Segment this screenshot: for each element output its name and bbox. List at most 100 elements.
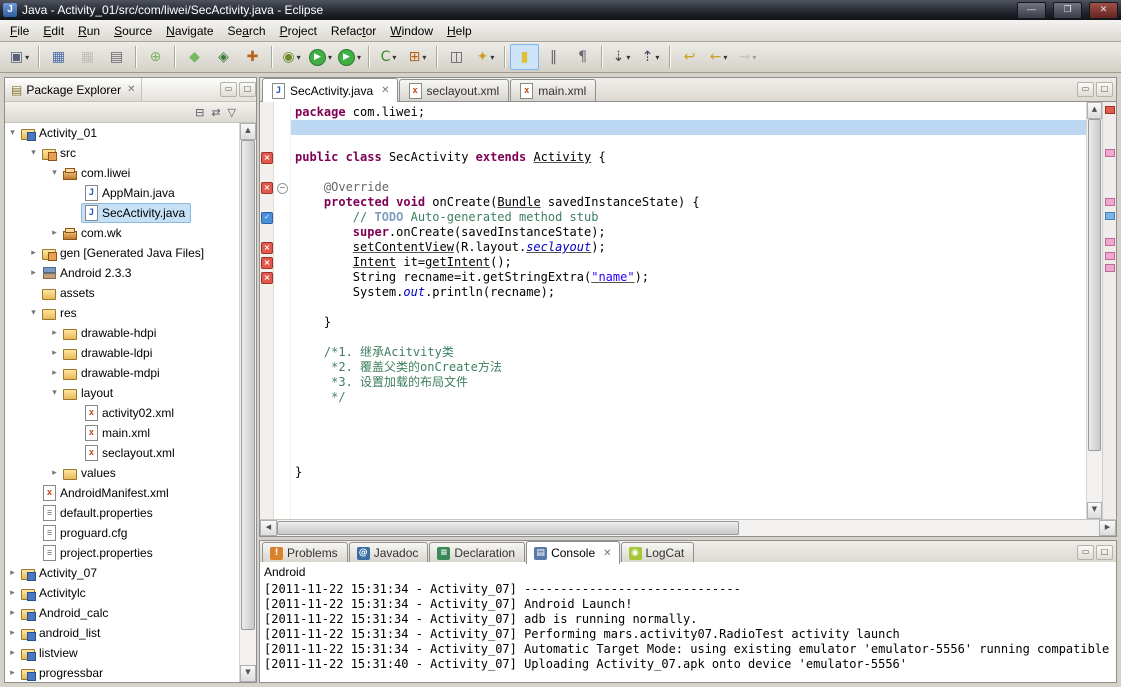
tree-item-android-list[interactable]: ▸android_list: [5, 623, 240, 643]
expand-arrow-icon[interactable]: ▸: [28, 248, 39, 258]
menu-item-help[interactable]: Help: [440, 22, 479, 40]
tree-item-main-xml[interactable]: main.xml: [5, 423, 240, 443]
dropdown-arrow-icon[interactable]: ▾: [357, 53, 361, 62]
menu-item-refactor[interactable]: Refactor: [324, 22, 383, 40]
tree-item-activity-07[interactable]: ▸Activity_07: [5, 563, 240, 583]
scrollbar-thumb[interactable]: [1088, 119, 1101, 451]
tree-item-drawable-ldpi[interactable]: ▸drawable-ldpi: [5, 343, 240, 363]
error-marker-icon[interactable]: [261, 152, 273, 164]
editor-horizontal-scrollbar[interactable]: ◀ ▶: [259, 519, 1117, 537]
tree-item-android-2-3-3[interactable]: ▸Android 2.3.3: [5, 263, 240, 283]
editor-tab-main-xml[interactable]: main.xml: [510, 79, 596, 101]
editor-tab-secactivity-java[interactable]: SecActivity.java✕: [262, 78, 398, 102]
save-button[interactable]: ▦: [44, 44, 73, 70]
dropdown-arrow-icon[interactable]: ▾: [655, 53, 659, 62]
editor-vertical-scrollbar[interactable]: ▲ ▼: [1086, 102, 1102, 519]
console-output[interactable]: Android [2011-11-22 15:31:34 - Activity_…: [259, 562, 1117, 683]
menu-item-project[interactable]: Project: [273, 22, 324, 40]
error-marker-icon[interactable]: [261, 182, 273, 194]
collapse-arrow-icon[interactable]: ▾: [49, 388, 60, 398]
dropdown-arrow-icon[interactable]: ▾: [328, 53, 332, 62]
tree-item-activity-01[interactable]: ▾Activity_01: [5, 123, 240, 143]
tree-item-activity02-xml[interactable]: activity02.xml: [5, 403, 240, 423]
expand-arrow-icon[interactable]: ▸: [49, 368, 60, 378]
tree-item-androidmanifest-xml[interactable]: AndroidManifest.xml: [5, 483, 240, 503]
tree-item-progressbar[interactable]: ▸progressbar: [5, 663, 240, 682]
tree-item-activitylc[interactable]: ▸Activitylc: [5, 583, 240, 603]
tree-item-src[interactable]: ▾src: [5, 143, 240, 163]
back-button[interactable]: ←▾: [704, 44, 733, 70]
console-tab-javadoc[interactable]: @Javadoc: [349, 542, 429, 563]
new-package-button[interactable]: ⊞▾: [403, 44, 432, 70]
previous-annotation-button[interactable]: ⇡▾: [636, 44, 665, 70]
new-android-project-button[interactable]: ⊕: [141, 44, 170, 70]
tree-item-project-properties[interactable]: project.properties: [5, 543, 240, 563]
overview-marker[interactable]: [1105, 106, 1115, 114]
menu-item-file[interactable]: File: [3, 22, 36, 40]
close-view-icon[interactable]: ✕: [127, 84, 135, 95]
menu-item-search[interactable]: Search: [221, 22, 273, 40]
expand-arrow-icon[interactable]: ▸: [7, 648, 18, 658]
menu-item-run[interactable]: Run: [71, 22, 107, 40]
overview-marker[interactable]: [1105, 264, 1115, 272]
error-marker-icon[interactable]: [261, 272, 273, 284]
expand-arrow-icon[interactable]: ▸: [49, 228, 60, 238]
dropdown-arrow-icon[interactable]: ▾: [490, 53, 494, 62]
tree-item-com-liwei[interactable]: ▾com.liwei: [5, 163, 240, 183]
expand-arrow-icon[interactable]: ▸: [28, 268, 39, 278]
scroll-left-icon[interactable]: ◀: [260, 520, 277, 536]
tree-item-gen-generated-java-files[interactable]: ▸gen [Generated Java Files]: [5, 243, 240, 263]
console-tab-logcat[interactable]: ◉LogCat: [621, 542, 695, 563]
tree-item-seclayout-xml[interactable]: seclayout.xml: [5, 443, 240, 463]
scroll-down-icon[interactable]: ▼: [1087, 502, 1102, 519]
menu-item-window[interactable]: Window: [383, 22, 440, 40]
scroll-right-icon[interactable]: ▶: [1099, 520, 1116, 536]
minimize-console-button[interactable]: ▭: [1077, 545, 1094, 560]
dropdown-arrow-icon[interactable]: ▾: [422, 53, 426, 62]
show-print-margin-button[interactable]: ¶: [568, 44, 597, 70]
print-button[interactable]: ▤: [102, 44, 131, 70]
minimize-window-button[interactable]: —: [1017, 2, 1046, 19]
tree-item-values[interactable]: ▸values: [5, 463, 240, 483]
view-menu-icon[interactable]: ▽: [228, 106, 236, 119]
tree-item-drawable-mdpi[interactable]: ▸drawable-mdpi: [5, 363, 240, 383]
scroll-up-icon[interactable]: ▲: [240, 123, 256, 140]
external-tools-button[interactable]: ▶▾: [335, 44, 364, 70]
close-tab-icon[interactable]: ✕: [603, 548, 611, 559]
dropdown-arrow-icon[interactable]: ▾: [752, 53, 756, 62]
overview-marker[interactable]: [1105, 238, 1115, 246]
menu-item-navigate[interactable]: Navigate: [159, 22, 220, 40]
menu-item-source[interactable]: Source: [107, 22, 159, 40]
close-tab-icon[interactable]: ✕: [381, 85, 389, 96]
overview-marker[interactable]: [1105, 149, 1115, 157]
dropdown-arrow-icon[interactable]: ▾: [297, 53, 301, 62]
save-all-button[interactable]: ▦: [73, 44, 102, 70]
run-button[interactable]: ▶▾: [306, 44, 335, 70]
maximize-editor-button[interactable]: □: [1096, 82, 1113, 97]
tree-item-listview[interactable]: ▸listview: [5, 643, 240, 663]
tree-item-android-calc[interactable]: ▸Android_calc: [5, 603, 240, 623]
maximize-console-button[interactable]: □: [1096, 545, 1113, 560]
forward-button[interactable]: →▾: [733, 44, 762, 70]
expand-arrow-icon[interactable]: ▸: [7, 608, 18, 618]
tree-item-secactivity-java[interactable]: SecActivity.java: [5, 203, 240, 223]
menu-item-edit[interactable]: Edit: [36, 22, 71, 40]
dropdown-arrow-icon[interactable]: ▾: [723, 53, 727, 62]
new-wizard-button[interactable]: ▣▾: [5, 44, 34, 70]
expand-arrow-icon[interactable]: ▸: [7, 628, 18, 638]
overview-ruler[interactable]: [1102, 102, 1116, 519]
console-tab-console[interactable]: ▤Console✕: [526, 541, 619, 564]
tree-item-res[interactable]: ▾res: [5, 303, 240, 323]
dropdown-arrow-icon[interactable]: ▾: [392, 53, 396, 62]
task-marker-icon[interactable]: [261, 212, 273, 224]
expand-arrow-icon[interactable]: ▸: [7, 568, 18, 578]
console-tab-problems[interactable]: !Problems: [262, 542, 348, 563]
new-class-button[interactable]: C▾: [374, 44, 403, 70]
link-with-editor-icon[interactable]: ⇄: [211, 106, 220, 119]
error-marker-icon[interactable]: [261, 242, 273, 254]
collapse-all-icon[interactable]: ⊟: [195, 106, 204, 119]
tree-item-proguard-cfg[interactable]: proguard.cfg: [5, 523, 240, 543]
error-marker-icon[interactable]: [261, 257, 273, 269]
scroll-down-icon[interactable]: ▼: [240, 665, 256, 682]
tree-item-com-wk[interactable]: ▸com.wk: [5, 223, 240, 243]
